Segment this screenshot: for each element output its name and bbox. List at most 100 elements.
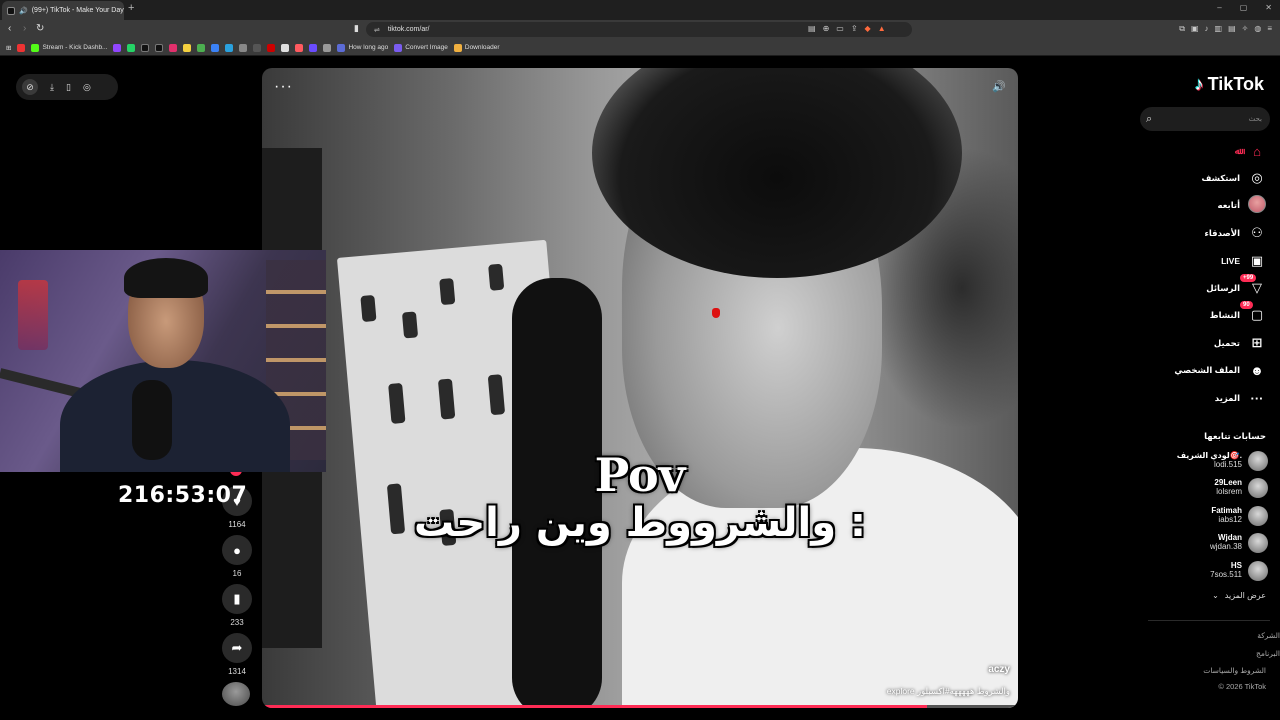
sidebar-item-following[interactable]: أتابعه [1218, 194, 1266, 216]
footer-link-program[interactable]: البرنامج [1256, 649, 1280, 658]
sidebar-item-home[interactable]: ⌂ ﷲ [1235, 140, 1266, 162]
bookmark-item[interactable]: Downloader [453, 43, 500, 52]
video-description[interactable]: والشروط هههههه#اكسبلور explore [887, 686, 1010, 697]
following-account[interactable]: لودي الشريف🎯. lodi.515 [1177, 449, 1268, 473]
whatsapp-favicon-icon[interactable] [127, 43, 136, 52]
comment-icon[interactable]: ● [222, 535, 252, 565]
video-tools-pill: ⊘ ⤓ ▯ ◎ [16, 74, 118, 100]
extension-icon[interactable]: ▣ [1191, 24, 1199, 34]
close-window-button[interactable]: ✕ [1265, 3, 1272, 12]
ai-icon[interactable]: ✧ [1242, 24, 1249, 34]
sidebar-item-explore[interactable]: ◎ استكشف [1202, 167, 1266, 189]
tiktok-logo[interactable]: ♪ TikTok [1195, 74, 1264, 95]
x-favicon-icon[interactable] [141, 43, 150, 52]
bookmark-icon[interactable]: ▮ [222, 584, 252, 614]
maximize-button[interactable]: ▢ [1240, 3, 1248, 12]
url-text: tiktok.com/ar/ [387, 26, 430, 33]
share-icon[interactable]: ⇪ [851, 24, 858, 33]
minimize-button[interactable]: – [1217, 3, 1221, 12]
sidebar-item-activity[interactable]: ▢ 90 النشاط [1210, 301, 1266, 326]
tool-logo-icon[interactable]: ⊘ [22, 79, 38, 95]
apps-grid-icon[interactable]: ⊞ [6, 44, 11, 52]
footer-link-terms[interactable]: الشروط والسياسات [1203, 666, 1266, 675]
tab-bar: 🔊 (99+) TikTok - Make Your Day × + – ▢ ✕ [0, 0, 1280, 20]
volume-icon[interactable]: 🔊 [992, 80, 1006, 93]
video-progress-fill [262, 705, 928, 708]
reload-icon[interactable]: ↻ [36, 23, 44, 34]
menu-icon[interactable]: ≡ [1267, 24, 1272, 34]
bookmark-favicon-icon[interactable] [197, 43, 206, 52]
telegram-favicon-icon[interactable] [225, 43, 234, 52]
sidebar-item-upload[interactable]: ⊞ تحميل [1214, 332, 1266, 354]
following-account[interactable]: Wjdan wjdan.38 [1210, 531, 1268, 555]
search-input[interactable]: بحث ⌕ [1140, 107, 1270, 131]
back-arrow-icon[interactable]: ‹ [8, 23, 11, 34]
chevron-down-icon: ⌄ [1212, 591, 1219, 600]
forward-arrow-icon[interactable]: › [23, 23, 26, 34]
wallet-icon[interactable]: ▤ [1228, 24, 1236, 34]
video-author[interactable]: aczy [988, 664, 1010, 675]
bookmark-favicon-icon[interactable] [295, 43, 304, 52]
music-icon[interactable]: ♪ [1205, 24, 1209, 34]
bookmark-icon[interactable]: ▮ [354, 23, 359, 34]
avatar [1248, 561, 1268, 581]
share-icon[interactable]: ➦ [222, 633, 252, 663]
tiktok-favicon-icon[interactable] [155, 43, 164, 52]
share-count: 1314 [228, 667, 246, 676]
bookmark-item[interactable]: How long ago [337, 43, 388, 52]
following-account[interactable]: HS 7sos.511 [1210, 559, 1268, 583]
bookmark-favicon-icon[interactable] [17, 43, 26, 52]
search-icon[interactable]: ⌕ [1146, 113, 1152, 126]
vpn-icon[interactable]: ◍ [1254, 24, 1261, 34]
phone-icon[interactable]: ▯ [66, 82, 71, 93]
bookmark-favicon-icon[interactable] [323, 43, 332, 52]
footer-link-company[interactable]: الشركة [1257, 631, 1280, 640]
sidebar-item-live[interactable]: ▣ LIVE [1221, 250, 1266, 272]
new-tab-button[interactable]: + [128, 2, 134, 14]
bookmark-item[interactable]: Convert Image [394, 43, 448, 52]
youtube-favicon-icon[interactable] [267, 43, 276, 52]
brave-shield-icon[interactable]: ◆ [865, 24, 871, 33]
twitch-favicon-icon[interactable] [113, 43, 122, 52]
video-player[interactable]: ··· 🔊 Pov والشرووط وين راحت : aczy والشر… [262, 68, 1018, 708]
site-info-icon[interactable]: ⇌ [374, 26, 380, 34]
show-more-button[interactable]: عرض المزيد ⌄ [1212, 591, 1266, 600]
sidebar-item-more[interactable]: ··· المزيد [1215, 387, 1266, 409]
sidebar-icon[interactable]: ▥ [1215, 24, 1223, 34]
save-action: ▮ 233 [220, 584, 254, 627]
video-more-button[interactable]: ··· [274, 78, 293, 96]
download-icon[interactable]: ⤓ [50, 82, 54, 93]
sound-avatar[interactable] [222, 682, 250, 706]
sidebar-item-friends[interactable]: ⚇ الأصدقاء [1205, 222, 1266, 244]
sidebar-item-profile[interactable]: ☻ الملف الشخصي [1174, 359, 1266, 381]
extension-icon[interactable]: ⧉ [1179, 24, 1185, 34]
home-icon: ⌂ [1253, 143, 1261, 159]
following-avatar [1248, 194, 1266, 213]
following-accounts-title: حسابات تتابعها [1204, 431, 1266, 441]
bookmark-favicon-icon[interactable] [281, 43, 290, 52]
activity-badge: 90 [1240, 301, 1253, 309]
webcam-scene [18, 280, 48, 350]
instagram-favicon-icon[interactable] [169, 43, 178, 52]
following-account[interactable]: Fatimah iabs12 [1211, 504, 1268, 528]
cast-icon[interactable]: ▭ [836, 24, 844, 33]
sidebar-item-messages[interactable]: ▽ 99+ الرسائل [1206, 274, 1266, 299]
bookmark-favicon-icon[interactable] [309, 43, 318, 52]
bookmark-favicon-icon[interactable] [211, 43, 220, 52]
profile-icon: ☻ [1250, 362, 1264, 378]
rewards-icon[interactable]: ▲ [878, 24, 886, 33]
github-favicon-icon[interactable] [253, 43, 262, 52]
translate-icon[interactable]: ▤ [808, 24, 816, 33]
browser-tab[interactable]: 🔊 (99+) TikTok - Make Your Day × [2, 1, 124, 20]
compass-icon[interactable]: ◎ [83, 82, 91, 93]
video-progress-bar[interactable] [262, 705, 1018, 708]
bookmark-item[interactable]: Stream - Kick Dashb... [31, 43, 107, 52]
caption-subtitle: والشرووط وين راحت : [413, 500, 866, 546]
save-count: 233 [230, 618, 244, 627]
zoom-icon[interactable]: ⊕ [823, 24, 830, 33]
following-account[interactable]: 29Leen lolsrem [1214, 476, 1268, 500]
bookmark-favicon-icon[interactable] [239, 43, 248, 52]
snapchat-favicon-icon[interactable] [183, 43, 192, 52]
share-action: ➦ 1314 [220, 633, 254, 676]
tab-title: (99+) TikTok - Make Your Day [31, 7, 124, 14]
